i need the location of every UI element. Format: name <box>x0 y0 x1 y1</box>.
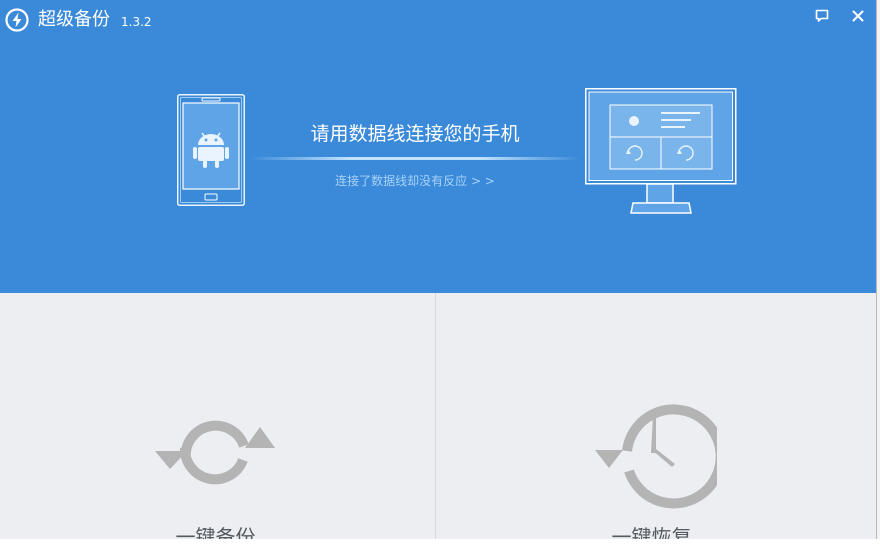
close-icon <box>852 10 864 22</box>
app-window: 超级备份 1.3.2 请用数据线连接您的手机 连接了数据线却没有反应 > > 一… <box>0 0 876 539</box>
sync-arrows-icon <box>155 420 275 485</box>
window-bottom-edge <box>0 539 880 560</box>
connection-line <box>250 157 580 160</box>
window-right-edge <box>876 0 880 560</box>
restore-label: 一键恢复 <box>611 525 692 539</box>
lightning-logo-icon <box>5 8 29 32</box>
actions-panel: 一键备份 一键恢复 <box>0 293 876 539</box>
close-button[interactable] <box>847 6 869 26</box>
connect-phone-title: 请用数据线连接您的手机 <box>310 123 520 145</box>
one-key-backup-button[interactable]: 一键备份 <box>0 293 435 539</box>
backup-label: 一键备份 <box>175 525 256 539</box>
feedback-button[interactable] <box>811 6 833 26</box>
android-phone-illustration <box>177 94 245 206</box>
no-response-help-link[interactable]: 连接了数据线却没有反应 > > <box>255 173 575 189</box>
history-clock-icon <box>595 404 717 509</box>
computer-monitor-illustration <box>585 88 737 214</box>
one-key-restore-button[interactable]: 一键恢复 <box>436 293 871 539</box>
app-title: 超级备份 <box>38 9 110 30</box>
app-version: 1.3.2 <box>121 15 152 29</box>
feedback-icon <box>815 9 829 22</box>
header-panel: 超级备份 1.3.2 请用数据线连接您的手机 连接了数据线却没有反应 > > <box>0 0 876 293</box>
title-bar[interactable]: 超级备份 1.3.2 <box>0 0 876 38</box>
